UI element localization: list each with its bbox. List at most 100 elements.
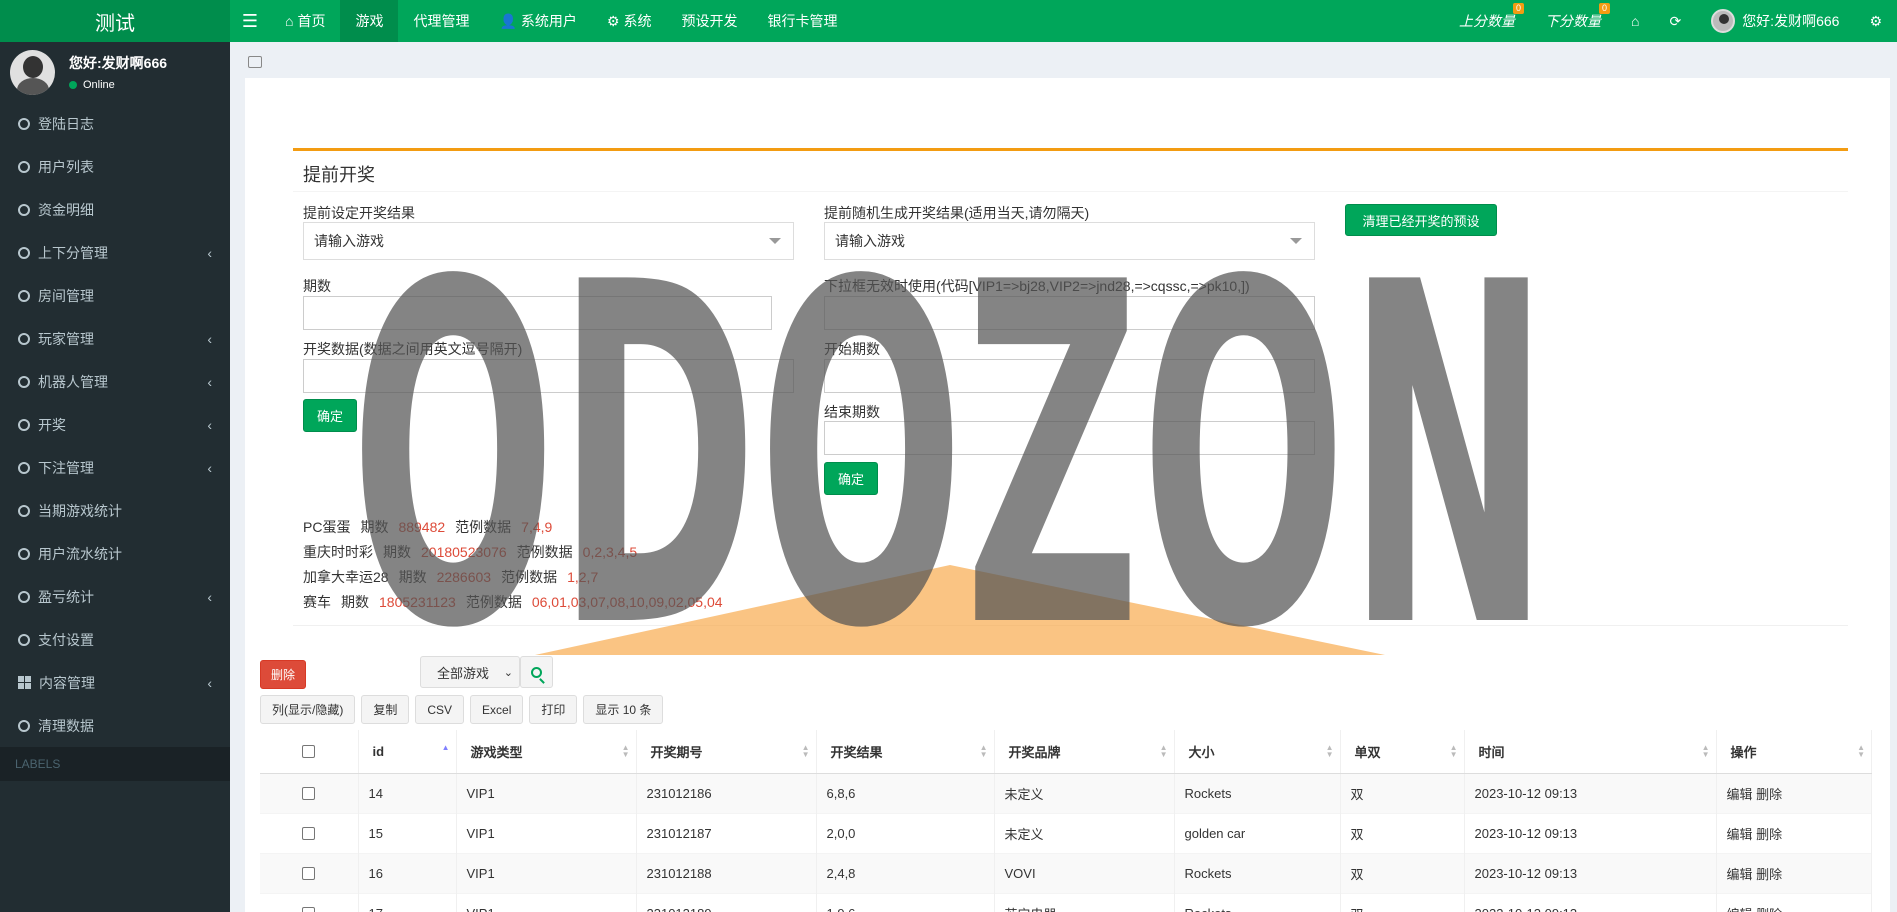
delete-link[interactable]: 删除 — [1756, 867, 1782, 882]
nav-system-users[interactable]: 👤 系统用户 — [484, 0, 591, 42]
period-label: 期数 — [303, 278, 331, 294]
period-input[interactable] — [303, 296, 772, 330]
sidebar-item-bets[interactable]: 下注管理 ‹ — [0, 446, 230, 489]
sidebar-toggle-icon[interactable]: ☰ — [230, 0, 270, 42]
nav-system[interactable]: ⚙ 系统 — [592, 0, 667, 42]
nav-agents[interactable]: 代理管理 — [398, 0, 484, 42]
settings-icon[interactable]: ⚙ — [1854, 0, 1897, 42]
preset-game-select[interactable]: 请输入游戏 — [303, 222, 794, 260]
col-result[interactable]: 开奖结果 ▲ ▼ — [816, 730, 995, 774]
delete-link[interactable]: 删除 — [1756, 827, 1782, 842]
refresh-icon[interactable]: ⟳ — [1654, 0, 1696, 42]
sidebar-item-profit-stats[interactable]: 盈亏统计 ‹ — [0, 575, 230, 618]
sidebar-item-payment[interactable]: 支付设置 — [0, 618, 230, 661]
circle-icon — [18, 590, 30, 603]
confirm-random-button[interactable]: 确定 — [824, 462, 878, 495]
sidebar: 您好:发财啊666 Online 登陆日志 用户列表 资金明细 上下分管理 ‹ 房… — [0, 42, 230, 912]
page-title: 提前开奖 — [303, 165, 375, 185]
select-all-checkbox[interactable] — [302, 744, 316, 758]
chevron-down-icon — [769, 238, 781, 244]
clear-drawn-presets-button[interactable]: 清理已经开奖的预设 — [1345, 204, 1497, 236]
preset-result-label: 提前设定开奖结果 — [303, 205, 415, 221]
circle-icon — [18, 160, 30, 173]
sort-icon: ▲ ▼ — [801, 743, 810, 759]
row-checkbox[interactable] — [302, 786, 316, 800]
sidebar-item-flow-stats[interactable]: 用户流水统计 — [0, 532, 230, 575]
sidebar-item-score-management[interactable]: 上下分管理 ‹ — [0, 231, 230, 274]
sidebar-item-rooms[interactable]: 房间管理 — [0, 274, 230, 317]
sidebar-item-draw[interactable]: 开奖 ‹ — [0, 403, 230, 446]
edit-link[interactable]: 编辑 — [1727, 867, 1753, 882]
col-period[interactable]: 开奖期号 ▲ ▼ — [636, 730, 817, 774]
excel-button[interactable]: Excel — [470, 695, 524, 724]
sidebar-item-clear-data[interactable]: 清理数据 — [0, 704, 230, 747]
sort-asc-icon: ▲ — [441, 743, 450, 752]
edit-link[interactable]: 编辑 — [1727, 827, 1753, 842]
up-score-count[interactable]: 上分数量 0 — [1444, 0, 1530, 42]
sidebar-item-current-stats[interactable]: 当期游戏统计 — [0, 489, 230, 532]
copy-button[interactable]: 复制 — [361, 695, 410, 724]
delete-link[interactable]: 删除 — [1756, 787, 1782, 802]
table-tools: 列(显示/隐藏) 复制 CSV Excel 打印 显示 10 条 — [260, 695, 669, 724]
game-filter-select[interactable]: 全部游戏 ⌄ — [420, 656, 520, 688]
breadcrumb-home-icon[interactable] — [248, 56, 262, 68]
user-panel: 您好:发财啊666 Online — [0, 42, 230, 102]
chevron-down-icon: ⌄ — [503, 667, 513, 679]
user-menu[interactable]: 您好:发财啊666 — [1696, 0, 1854, 42]
search-button[interactable] — [520, 656, 553, 688]
game-code-input[interactable] — [824, 296, 1315, 330]
random-game-select[interactable]: 请输入游戏 — [824, 222, 1315, 260]
nav-home[interactable]: ⌂ 首页 — [270, 0, 340, 42]
start-period-input[interactable] — [824, 359, 1315, 393]
nav-bank-cards[interactable]: 银行卡管理 — [752, 0, 852, 42]
csv-button[interactable]: CSV — [415, 695, 465, 724]
row-checkbox[interactable] — [302, 826, 316, 840]
sort-icon: ▲ ▼ — [1449, 743, 1458, 759]
col-actions[interactable]: 操作 ▲ ▼ — [1716, 730, 1872, 774]
circle-icon — [18, 547, 30, 560]
example-row: 加拿大幸运28 期数 2286603 范例数据 1,2,7 — [303, 569, 599, 585]
edit-link[interactable]: 编辑 — [1727, 907, 1753, 912]
delete-link[interactable]: 删除 — [1756, 907, 1782, 912]
chevron-left-icon: ‹ — [207, 373, 212, 390]
print-button[interactable]: 打印 — [529, 695, 578, 724]
table-row: 14 VIP1 231012186 6,8,6 未定义 Rockets 双 20… — [260, 772, 1872, 813]
chevron-left-icon: ‹ — [207, 416, 212, 433]
col-time[interactable]: 时间 ▲ ▼ — [1464, 730, 1717, 774]
table-header-row: id ▲ 游戏类型 ▲ ▼ 开奖期号 ▲ ▼ 开奖结果 ▲ ▼ 开奖品牌 ▲ ▼ 大小 ▲ ▼ 单双 ▲… — [260, 730, 1872, 774]
col-size[interactable]: 大小 ▲ ▼ — [1174, 730, 1341, 774]
confirm-preset-button[interactable]: 确定 — [303, 399, 357, 432]
end-period-label: 结束期数 — [824, 404, 880, 420]
select-all-header[interactable] — [260, 730, 359, 774]
main-content: 提前开奖 提前设定开奖结果 请输入游戏 提前随机生成开奖结果(适用当天,请勿隔天… — [230, 42, 1897, 912]
nav-games[interactable]: 游戏 — [340, 0, 399, 42]
column-visibility-button[interactable]: 列(显示/隐藏) — [260, 695, 356, 724]
col-brand[interactable]: 开奖品牌 ▲ ▼ — [994, 730, 1175, 774]
row-checkbox[interactable] — [302, 866, 316, 880]
sort-icon: ▲ ▼ — [1857, 743, 1865, 759]
example-row: 赛车 期数 1805231123 范例数据 06,01,03,07,08,10,09,0… — [303, 594, 723, 610]
edit-link[interactable]: 编辑 — [1727, 787, 1753, 802]
sidebar-item-login-log[interactable]: 登陆日志 — [0, 102, 230, 145]
circle-icon — [18, 719, 30, 732]
delete-selected-button[interactable]: 删除 — [260, 660, 306, 689]
col-parity[interactable]: 单双 ▲ ▼ — [1340, 730, 1465, 774]
page-length-button[interactable]: 显示 10 条 — [583, 695, 664, 724]
sidebar-item-players[interactable]: 玩家管理 ‹ — [0, 317, 230, 360]
down-score-count[interactable]: 下分数量 0 — [1530, 0, 1616, 42]
nav-preset[interactable]: 预设开发 — [666, 0, 752, 42]
avatar — [1711, 9, 1736, 33]
sidebar-item-funds[interactable]: 资金明细 — [0, 188, 230, 231]
col-game-type[interactable]: 游戏类型 ▲ ▼ — [456, 730, 637, 774]
example-row: 重庆时时彩 期数 20180523076 范例数据 0,2,3,4,5 — [303, 544, 638, 560]
content-panel: 提前开奖 提前设定开奖结果 请输入游戏 提前随机生成开奖结果(适用当天,请勿隔天… — [245, 78, 1890, 912]
app-logo[interactable]: 测试 — [0, 0, 230, 42]
home-link-icon[interactable]: ⌂ — [1616, 0, 1654, 42]
row-checkbox[interactable] — [302, 906, 316, 912]
end-period-input[interactable] — [824, 421, 1315, 455]
col-id[interactable]: id ▲ — [358, 730, 457, 774]
sidebar-item-content[interactable]: 内容管理 ‹ — [0, 661, 230, 704]
draw-data-input[interactable] — [303, 359, 794, 393]
sidebar-item-user-list[interactable]: 用户列表 — [0, 145, 230, 188]
sidebar-item-robots[interactable]: 机器人管理 ‹ — [0, 360, 230, 403]
